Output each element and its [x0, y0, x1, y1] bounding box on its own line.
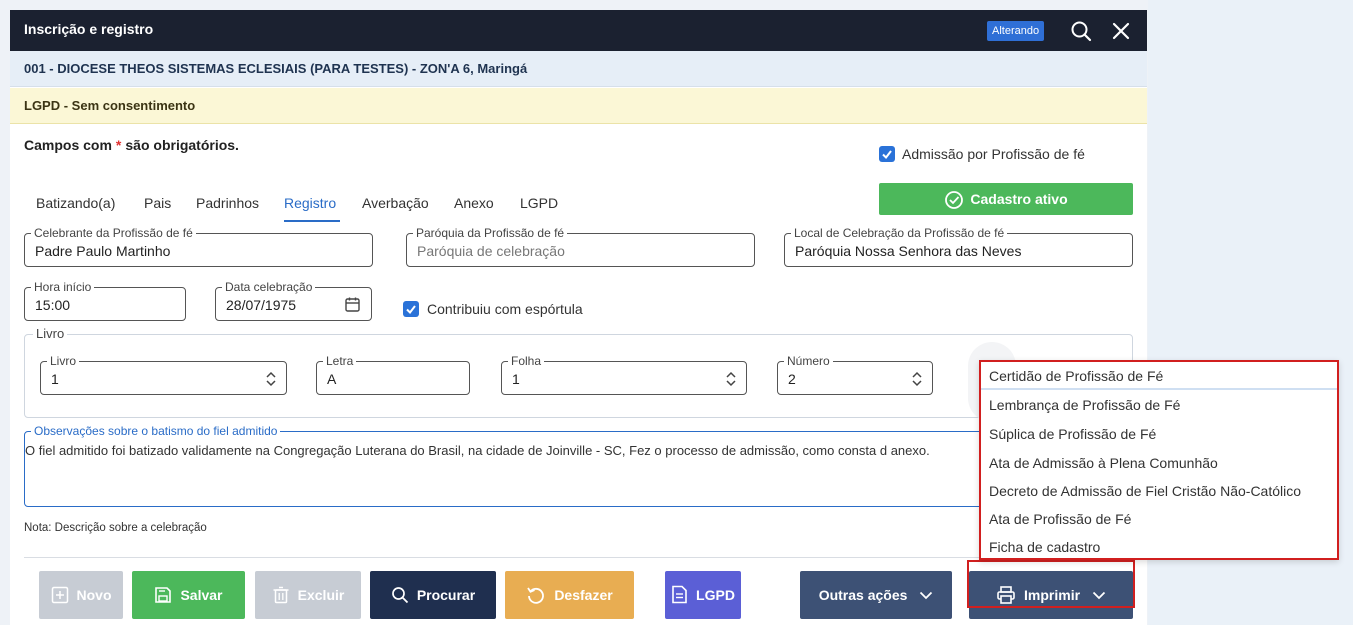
- window-title: Inscrição e registro: [24, 21, 154, 37]
- menu-separator: [981, 388, 1337, 390]
- local-label: Local de Celebração da Profissão de fé: [791, 226, 1008, 240]
- menu-item-suplica[interactable]: Súplica de Profissão de Fé: [989, 426, 1156, 442]
- folha-field[interactable]: Folha 1: [501, 354, 747, 395]
- folha-value: 1: [512, 371, 520, 387]
- menu-item-decreto[interactable]: Decreto de Admissão de Fiel Cristão Não-…: [989, 483, 1301, 499]
- title-bar: Inscrição e registro Alterando: [10, 10, 1147, 51]
- livro-value: 1: [51, 371, 59, 387]
- observacoes-value: O fiel admitido foi batizado validamente…: [25, 443, 930, 458]
- tab-batizando[interactable]: Batizando(a): [36, 195, 115, 211]
- data-label: Data celebração: [222, 280, 316, 294]
- novo-label: Novo: [76, 587, 112, 603]
- registration-window: Inscrição e registro Alterando 001 - DIO…: [10, 10, 1147, 625]
- cadastro-ativo-button[interactable]: Cadastro ativo: [879, 183, 1133, 215]
- procurar-label: Procurar: [416, 587, 476, 603]
- document-icon: [672, 585, 687, 604]
- tab-averbacao[interactable]: Averbação: [362, 195, 429, 211]
- search-icon[interactable]: [1070, 20, 1092, 42]
- calendar-icon[interactable]: [344, 296, 361, 316]
- observacoes-label: Observações sobre o batismo do fiel admi…: [31, 424, 281, 438]
- local-value: Paróquia Nossa Senhora das Neves: [795, 243, 1022, 259]
- active-tab-indicator: [284, 220, 340, 222]
- outras-acoes-label: Outras ações: [818, 587, 908, 603]
- hora-field[interactable]: Hora início 15:00: [24, 280, 186, 321]
- cadastro-ativo-label: Cadastro ativo: [970, 191, 1068, 207]
- imprimir-highlight: [967, 560, 1135, 608]
- check-icon[interactable]: [403, 301, 419, 318]
- required-star: *: [115, 137, 122, 153]
- letra-field[interactable]: Letra A: [316, 354, 470, 395]
- desfazer-button[interactable]: Desfazer: [505, 571, 634, 619]
- check-icon[interactable]: [879, 146, 895, 163]
- outras-acoes-button[interactable]: Outras ações: [800, 571, 952, 619]
- search-icon: [391, 586, 408, 603]
- menu-item-ata-admissao[interactable]: Ata de Admissão à Plena Comunhão: [989, 455, 1218, 471]
- close-icon[interactable]: [1110, 20, 1132, 42]
- save-icon: [155, 586, 172, 603]
- desfazer-label: Desfazer: [554, 587, 613, 603]
- required-fields-note: Campos com * são obrigatórios.: [24, 137, 239, 153]
- paroquia-label: Paróquia da Profissão de fé: [413, 226, 568, 240]
- lgpd-label: LGPD: [696, 587, 735, 603]
- numero-field[interactable]: Número 2: [777, 354, 933, 395]
- trash-icon: [273, 586, 289, 604]
- data-field[interactable]: Data celebração 28/07/1975: [215, 280, 372, 321]
- tab-pais[interactable]: Pais: [144, 195, 171, 211]
- divider: [24, 557, 1133, 558]
- required-suffix: são obrigatórios.: [125, 137, 239, 153]
- novo-button[interactable]: Novo: [39, 571, 123, 619]
- tab-registro[interactable]: Registro: [284, 195, 336, 211]
- spinner-icon: [726, 371, 736, 387]
- lgpd-status-bar: LGPD - Sem consentimento: [10, 88, 1147, 124]
- livro-field[interactable]: Livro 1: [40, 354, 287, 395]
- circle-check-icon: [945, 191, 964, 210]
- undo-icon: [527, 587, 545, 604]
- celebrante-value: Padre Paulo Martinho: [35, 243, 171, 259]
- numero-value: 2: [788, 371, 796, 387]
- numero-label: Número: [784, 354, 833, 368]
- data-value: 28/07/1975: [226, 297, 297, 313]
- celebrante-label: Celebrante da Profissão de fé: [31, 226, 196, 240]
- folha-label: Folha: [508, 354, 545, 368]
- letra-label: Letra: [323, 354, 357, 368]
- salvar-label: Salvar: [180, 587, 223, 603]
- menu-item-ata-profissao[interactable]: Ata de Profissão de Fé: [989, 511, 1131, 527]
- required-prefix: Campos com: [24, 137, 112, 153]
- tab-lgpd[interactable]: LGPD: [520, 195, 558, 211]
- tab-padrinhos[interactable]: Padrinhos: [196, 195, 259, 211]
- menu-item-ficha[interactable]: Ficha de cadastro: [989, 539, 1100, 555]
- esportula-checkbox[interactable]: Contribuiu com espórtula: [403, 300, 583, 318]
- local-field[interactable]: Local de Celebração da Profissão de fé P…: [784, 226, 1133, 267]
- salvar-button[interactable]: Salvar: [132, 571, 245, 619]
- observacoes-field[interactable]: Observações sobre o batismo do fiel admi…: [24, 424, 1133, 507]
- menu-item-lembranca[interactable]: Lembrança de Profissão de Fé: [989, 397, 1180, 413]
- excluir-label: Excluir: [297, 587, 345, 603]
- spinner-icon: [266, 371, 276, 387]
- admission-checkbox[interactable]: Admissão por Profissão de fé: [879, 145, 1085, 163]
- letra-value: A: [327, 371, 337, 387]
- mode-badge: Alterando: [987, 21, 1045, 41]
- tab-anexo[interactable]: Anexo: [454, 195, 494, 211]
- paroquia-placeholder: Paróquia de celebração: [417, 243, 565, 259]
- menu-item-certidao[interactable]: Certidão de Profissão de Fé: [989, 368, 1163, 384]
- spinner-icon: [912, 371, 922, 387]
- admission-label: Admissão por Profissão de fé: [902, 146, 1085, 163]
- chevron-down-icon: [920, 591, 933, 600]
- esportula-label: Contribuiu com espórtula: [427, 301, 583, 318]
- plus-icon: [51, 586, 68, 604]
- livro-group-label: Livro: [33, 326, 68, 341]
- parish-line: 001 - DIOCESE THEOS SISTEMAS ECLESIAIS (…: [10, 51, 1147, 87]
- hora-label: Hora início: [31, 280, 95, 294]
- lgpd-button[interactable]: LGPD: [665, 571, 741, 619]
- hora-value: 15:00: [35, 297, 71, 313]
- excluir-button[interactable]: Excluir: [255, 571, 361, 619]
- nota-text: Nota: Descrição sobre a celebração: [24, 522, 207, 534]
- livro-label: Livro: [47, 354, 80, 368]
- procurar-button[interactable]: Procurar: [370, 571, 496, 619]
- celebrante-field[interactable]: Celebrante da Profissão de fé Padre Paul…: [24, 226, 373, 267]
- print-menu: Certidão de Profissão de Fé Lembrança de…: [979, 360, 1339, 560]
- paroquia-field[interactable]: Paróquia da Profissão de fé Paróquia de …: [406, 226, 755, 267]
